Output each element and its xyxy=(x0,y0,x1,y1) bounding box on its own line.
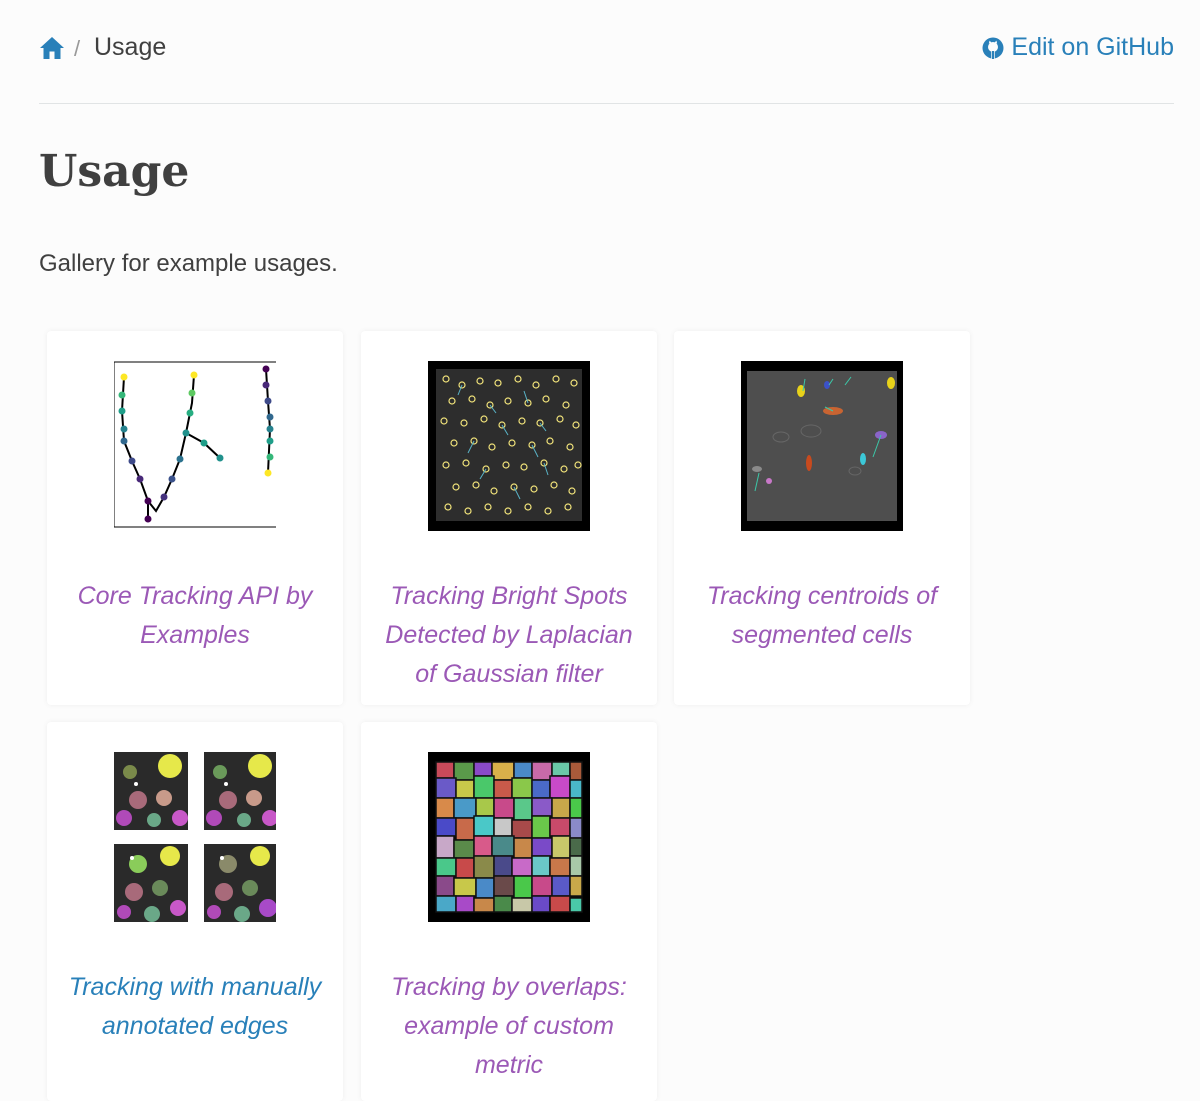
page-title: Usage xyxy=(39,146,190,197)
gallery-card-title[interactable]: Tracking centroids of segmented cells xyxy=(694,577,950,655)
breadcrumb: / Usage Edit on GitHub xyxy=(39,30,1174,70)
gallery-card-title[interactable]: Tracking with manually annotated edges xyxy=(67,968,323,1046)
page: / Usage Edit on GitHub Usage Gallery for… xyxy=(0,0,1200,1101)
annotated-edges-thumbnail xyxy=(114,752,276,922)
edit-on-github-label: Edit on GitHub xyxy=(1011,33,1174,61)
github-icon xyxy=(982,37,1004,59)
gallery-card-title[interactable]: Core Tracking API by Examples xyxy=(67,577,323,655)
gallery-card[interactable]: Core Tracking API by Examples xyxy=(47,331,343,705)
segmented-cells-thumbnail xyxy=(741,361,903,531)
breadcrumb-current: Usage xyxy=(94,33,167,61)
intro-text: Gallery for example usages. xyxy=(39,250,338,277)
header-divider xyxy=(39,103,1174,104)
gallery-card[interactable]: Tracking with manually annotated edges xyxy=(47,722,343,1101)
gallery-card-title[interactable]: Tracking by overlaps: example of custom … xyxy=(381,968,637,1085)
home-icon[interactable] xyxy=(39,36,65,60)
gallery-card[interactable]: Tracking centroids of segmented cells xyxy=(674,331,970,705)
overlaps-thumbnail xyxy=(428,752,590,922)
gallery-card-title[interactable]: Tracking Bright Spots Detected by Laplac… xyxy=(381,577,637,694)
breadcrumb-separator: / xyxy=(74,36,81,61)
bright-spots-thumbnail xyxy=(428,361,590,531)
tracking-graph-thumbnail xyxy=(114,361,276,528)
gallery-card[interactable]: Tracking by overlaps: example of custom … xyxy=(361,722,657,1101)
edit-on-github-link[interactable]: Edit on GitHub xyxy=(981,33,1174,62)
gallery-card[interactable]: Tracking Bright Spots Detected by Laplac… xyxy=(361,331,657,705)
